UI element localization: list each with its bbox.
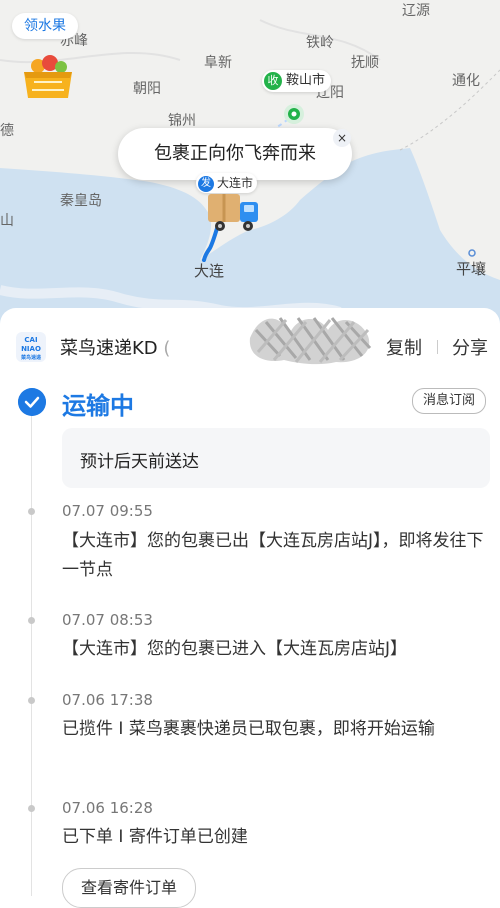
timeline-text: 已揽件 I 菜鸟裹裹快递员已取包裹，即将开始运输	[62, 719, 435, 739]
timeline-line	[31, 416, 32, 896]
divider	[437, 340, 438, 354]
courier-name: 菜鸟速递KD (	[60, 334, 170, 360]
map-city-label: 铁岭	[306, 35, 334, 51]
redaction-scribble	[249, 317, 372, 365]
courier-name-text: 菜鸟速递KD	[60, 338, 158, 359]
delivery-truck-icon	[208, 194, 258, 231]
subscribe-button[interactable]: 消息订阅	[412, 388, 487, 414]
courier-logo-line: CAI	[24, 336, 38, 344]
map-city-label: 平壤	[456, 260, 487, 278]
close-icon[interactable]: ×	[333, 129, 351, 147]
tracking-sheet: CAI NIAO 菜鸟速递 菜鸟速递KD ( 复制 分享 运输中 消息订阅 预计…	[0, 308, 500, 908]
timeline-dot	[28, 508, 35, 515]
timeline-time: 07.06 16:28	[62, 799, 153, 817]
map-city-label: 朝阳	[133, 81, 161, 97]
courier-name-tail: (	[163, 338, 171, 359]
timeline-text: 已下单 I 寄件订单已创建	[62, 827, 248, 847]
share-button[interactable]: 分享	[452, 334, 488, 360]
eta-box: 预计后天前送达	[62, 428, 490, 488]
timeline-dot	[28, 617, 35, 624]
map-city-label: 山	[0, 213, 14, 229]
map-city-label: 辽源	[402, 3, 430, 19]
map-city-label: 抚顺	[351, 55, 379, 71]
fruit-promo-button[interactable]: 领水果	[12, 13, 78, 39]
timeline-dot	[28, 697, 35, 704]
fruit-basket-icon[interactable]	[20, 52, 76, 100]
eta-text: 预计后天前送达	[80, 452, 199, 472]
map-city-label: 阜新	[204, 55, 232, 71]
receive-city-label: 鞍山市	[286, 73, 326, 88]
check-circle-icon	[18, 388, 46, 416]
timeline-time: 07.07 08:53	[62, 611, 153, 629]
copy-button[interactable]: 复制	[386, 334, 422, 360]
view-order-button[interactable]: 查看寄件订单	[62, 868, 197, 908]
timeline-time: 07.06 17:38	[62, 691, 153, 709]
timeline-time: 07.07 09:55	[62, 502, 153, 520]
map-city-label: 大连	[194, 262, 225, 280]
timeline-text: 【大连市】您的包裹已进入【大连瓦房店站J】	[62, 639, 408, 659]
map-city-label: 通化	[452, 73, 480, 89]
timeline-text: 【大连市】您的包裹已出【大连瓦房店站J】，即将发往下一节点	[62, 531, 484, 580]
status-title: 运输中	[62, 392, 134, 420]
map-city-label: 秦皇岛	[60, 193, 102, 209]
map-city-label: 锦州	[168, 113, 196, 129]
map-city-label: 德	[0, 123, 14, 139]
courier-logo: CAI NIAO 菜鸟速递	[16, 332, 46, 362]
timeline-dot	[28, 805, 35, 812]
courier-logo-line: NIAO	[21, 345, 41, 353]
receive-mark-icon: 收	[264, 71, 282, 90]
receive-location-tag: 收鞍山市	[262, 70, 332, 92]
map-view[interactable]: 辽源 赤峰 铁岭 阜新 抚顺 通化 朝阳 辽阳 锦州 德 秦皇岛 山 大连 平壤…	[0, 0, 500, 340]
courier-logo-line: 菜鸟速递	[20, 355, 41, 361]
